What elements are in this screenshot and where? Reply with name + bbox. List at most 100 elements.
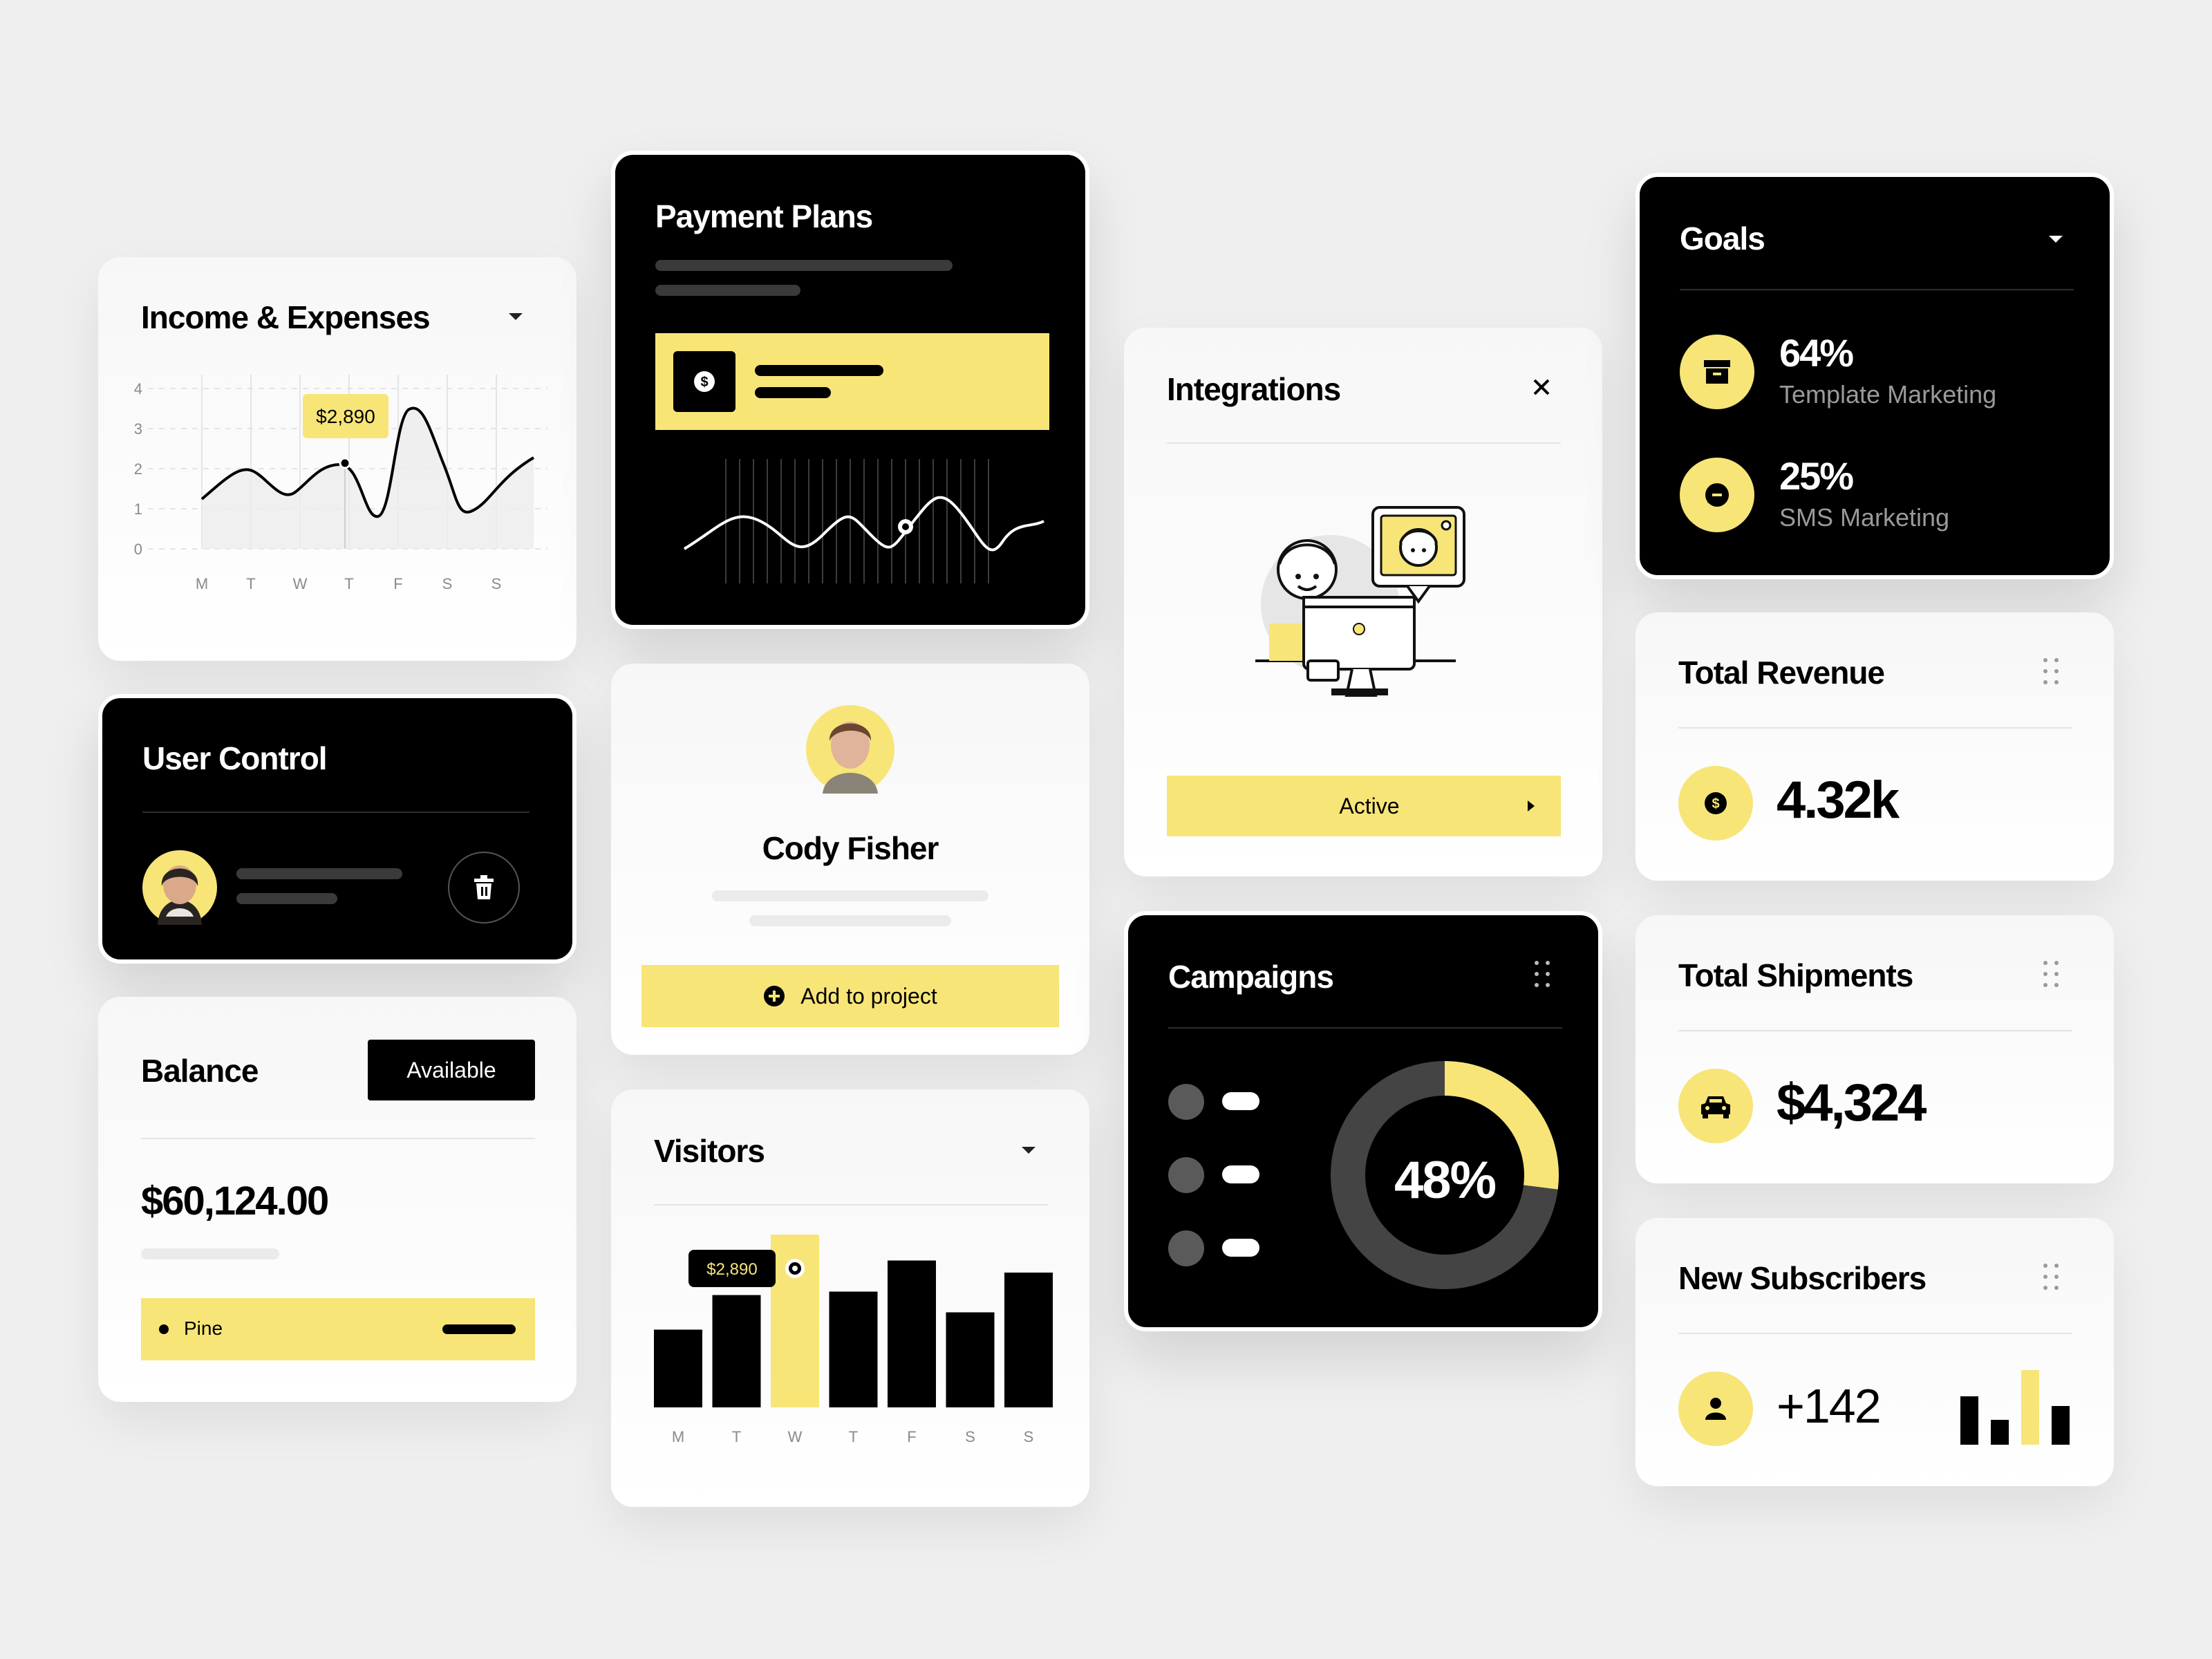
visitors-title: Visitors: [654, 1133, 765, 1169]
goals-card: Goals 64% Template Marketing 25% SMS Mar…: [1635, 173, 2114, 579]
divider: [1168, 1027, 1562, 1029]
total-revenue-title: Total Revenue: [1678, 655, 1885, 691]
placeholder-line: [755, 387, 831, 398]
divider: [1680, 289, 2074, 290]
integrations-title: Integrations: [1167, 371, 1341, 407]
x-tick-label: T: [849, 1428, 858, 1445]
mini-bar: [2021, 1370, 2039, 1445]
balance-title: Balance: [141, 1053, 259, 1089]
placeholder-line: [655, 285, 800, 296]
drag-handle-icon[interactable]: [2043, 1264, 2060, 1291]
user-control-title: User Control: [142, 740, 328, 776]
divider: [1678, 1030, 2072, 1031]
bar: [712, 1295, 761, 1407]
account-name: Pine: [184, 1318, 223, 1339]
avatar: [806, 705, 894, 794]
svg-text:$: $: [700, 375, 708, 390]
bar: [829, 1291, 878, 1407]
divider: [1678, 727, 2072, 729]
bar: [1004, 1273, 1053, 1407]
add-to-project-button[interactable]: Add to project: [641, 965, 1059, 1027]
divider: [654, 1204, 1048, 1206]
legend-dot: [1168, 1230, 1204, 1266]
trash-icon: [474, 875, 494, 899]
car-icon: [1678, 1069, 1753, 1143]
x-tick-label: M: [196, 575, 208, 592]
placeholder-line: [141, 1248, 279, 1259]
payment-plans-card: Payment Plans $: [611, 151, 1089, 629]
new-subscribers-card: New Subscribers +142: [1635, 1218, 2114, 1486]
x-tick-label: F: [907, 1428, 916, 1445]
profile-name: Cody Fisher: [762, 830, 939, 866]
y-tick-label: 2: [134, 460, 142, 478]
new-subscribers-value: +142: [1777, 1379, 1882, 1433]
goal-percent: 25%: [1779, 454, 1854, 498]
total-shipments-value: $4,324: [1777, 1074, 1927, 1132]
mini-bar: [2052, 1406, 2070, 1445]
x-tick-label: T: [246, 575, 255, 592]
total-revenue-value: 4.32k: [1777, 771, 1900, 830]
x-tick-label: S: [442, 575, 453, 592]
visitors-bar-chart: M T W T F S S $2,890: [654, 1235, 1053, 1445]
svg-text:$: $: [1712, 796, 1719, 812]
active-button[interactable]: Active: [1167, 776, 1561, 836]
delete-user-button[interactable]: [448, 852, 520, 924]
x-tick-label: W: [788, 1428, 803, 1445]
y-tick-label: 3: [134, 420, 142, 438]
balance-card: Balance Available $60,124.00 Pine: [98, 997, 577, 1402]
payment-plan-option[interactable]: $: [655, 333, 1049, 430]
dollar-icon: $: [1678, 766, 1753, 841]
user-icon: [1678, 1371, 1753, 1446]
x-tick-label: W: [293, 575, 308, 592]
dropdown-caret-icon[interactable]: [1020, 1145, 1037, 1156]
x-tick-label: S: [491, 575, 502, 592]
dropdown-caret-icon[interactable]: [2047, 234, 2064, 245]
legend-pill: [1222, 1092, 1259, 1110]
divider: [142, 812, 529, 813]
archive-icon: [1680, 335, 1754, 409]
x-tick-label: S: [965, 1428, 975, 1445]
mini-bar: [1991, 1420, 2009, 1445]
tooltip-label: $2,890: [316, 406, 375, 427]
x-tick-label: T: [344, 575, 353, 592]
legend-pill: [1222, 1165, 1259, 1183]
profile-card: Cody Fisher Add to project: [611, 664, 1089, 1055]
subscribers-mini-bar-chart: [1960, 1370, 2070, 1445]
available-badge[interactable]: Available: [368, 1040, 535, 1100]
income-expenses-card: Income & Expenses 4 3 2 1 0 M T W T F S S $2,890: [98, 257, 577, 661]
data-point: [792, 1266, 798, 1271]
chevron-right-icon: [1528, 800, 1535, 812]
plus-circle-icon: [764, 986, 785, 1006]
drag-handle-icon[interactable]: [2043, 961, 2060, 988]
total-shipments-card: Total Shipments $4,324: [1635, 915, 2114, 1183]
dropdown-caret-icon[interactable]: [507, 311, 524, 322]
income-line-chart: 4 3 2 1 0 M T W T F S S $2,890: [134, 375, 547, 592]
avatar: [142, 850, 217, 925]
placeholder-line: [749, 915, 951, 926]
visitors-card: Visitors M T W T F S S $2,890: [611, 1089, 1089, 1507]
bar: [946, 1312, 995, 1407]
payment-plans-title: Payment Plans: [655, 198, 873, 234]
drag-handle-icon[interactable]: [1535, 961, 1551, 988]
divider: [1678, 1333, 2072, 1334]
account-row[interactable]: Pine: [141, 1298, 535, 1360]
chat-icon: [1680, 458, 1754, 532]
add-to-project-label: Add to project: [800, 983, 937, 1009]
dollar-icon: $: [694, 371, 715, 392]
x-tick-label: S: [1024, 1428, 1034, 1445]
placeholder-line: [712, 890, 988, 901]
drag-handle-icon[interactable]: [2043, 658, 2060, 686]
placeholder-line: [236, 893, 337, 904]
x-tick-label: T: [732, 1428, 741, 1445]
mini-bar: [1960, 1396, 1978, 1445]
legend-pill: [1222, 1239, 1259, 1257]
y-tick-label: 4: [134, 380, 142, 397]
integrations-card: Integrations Active: [1124, 328, 1602, 877]
goal-label: Template Marketing: [1779, 380, 1997, 409]
close-icon[interactable]: [1532, 377, 1551, 397]
goal-label: SMS Marketing: [1779, 503, 1950, 532]
bar: [888, 1260, 936, 1407]
plan-icon-box: $: [673, 351, 735, 412]
income-expenses-title: Income & Expenses: [141, 299, 431, 335]
campaigns-percent: 48%: [1394, 1151, 1497, 1210]
